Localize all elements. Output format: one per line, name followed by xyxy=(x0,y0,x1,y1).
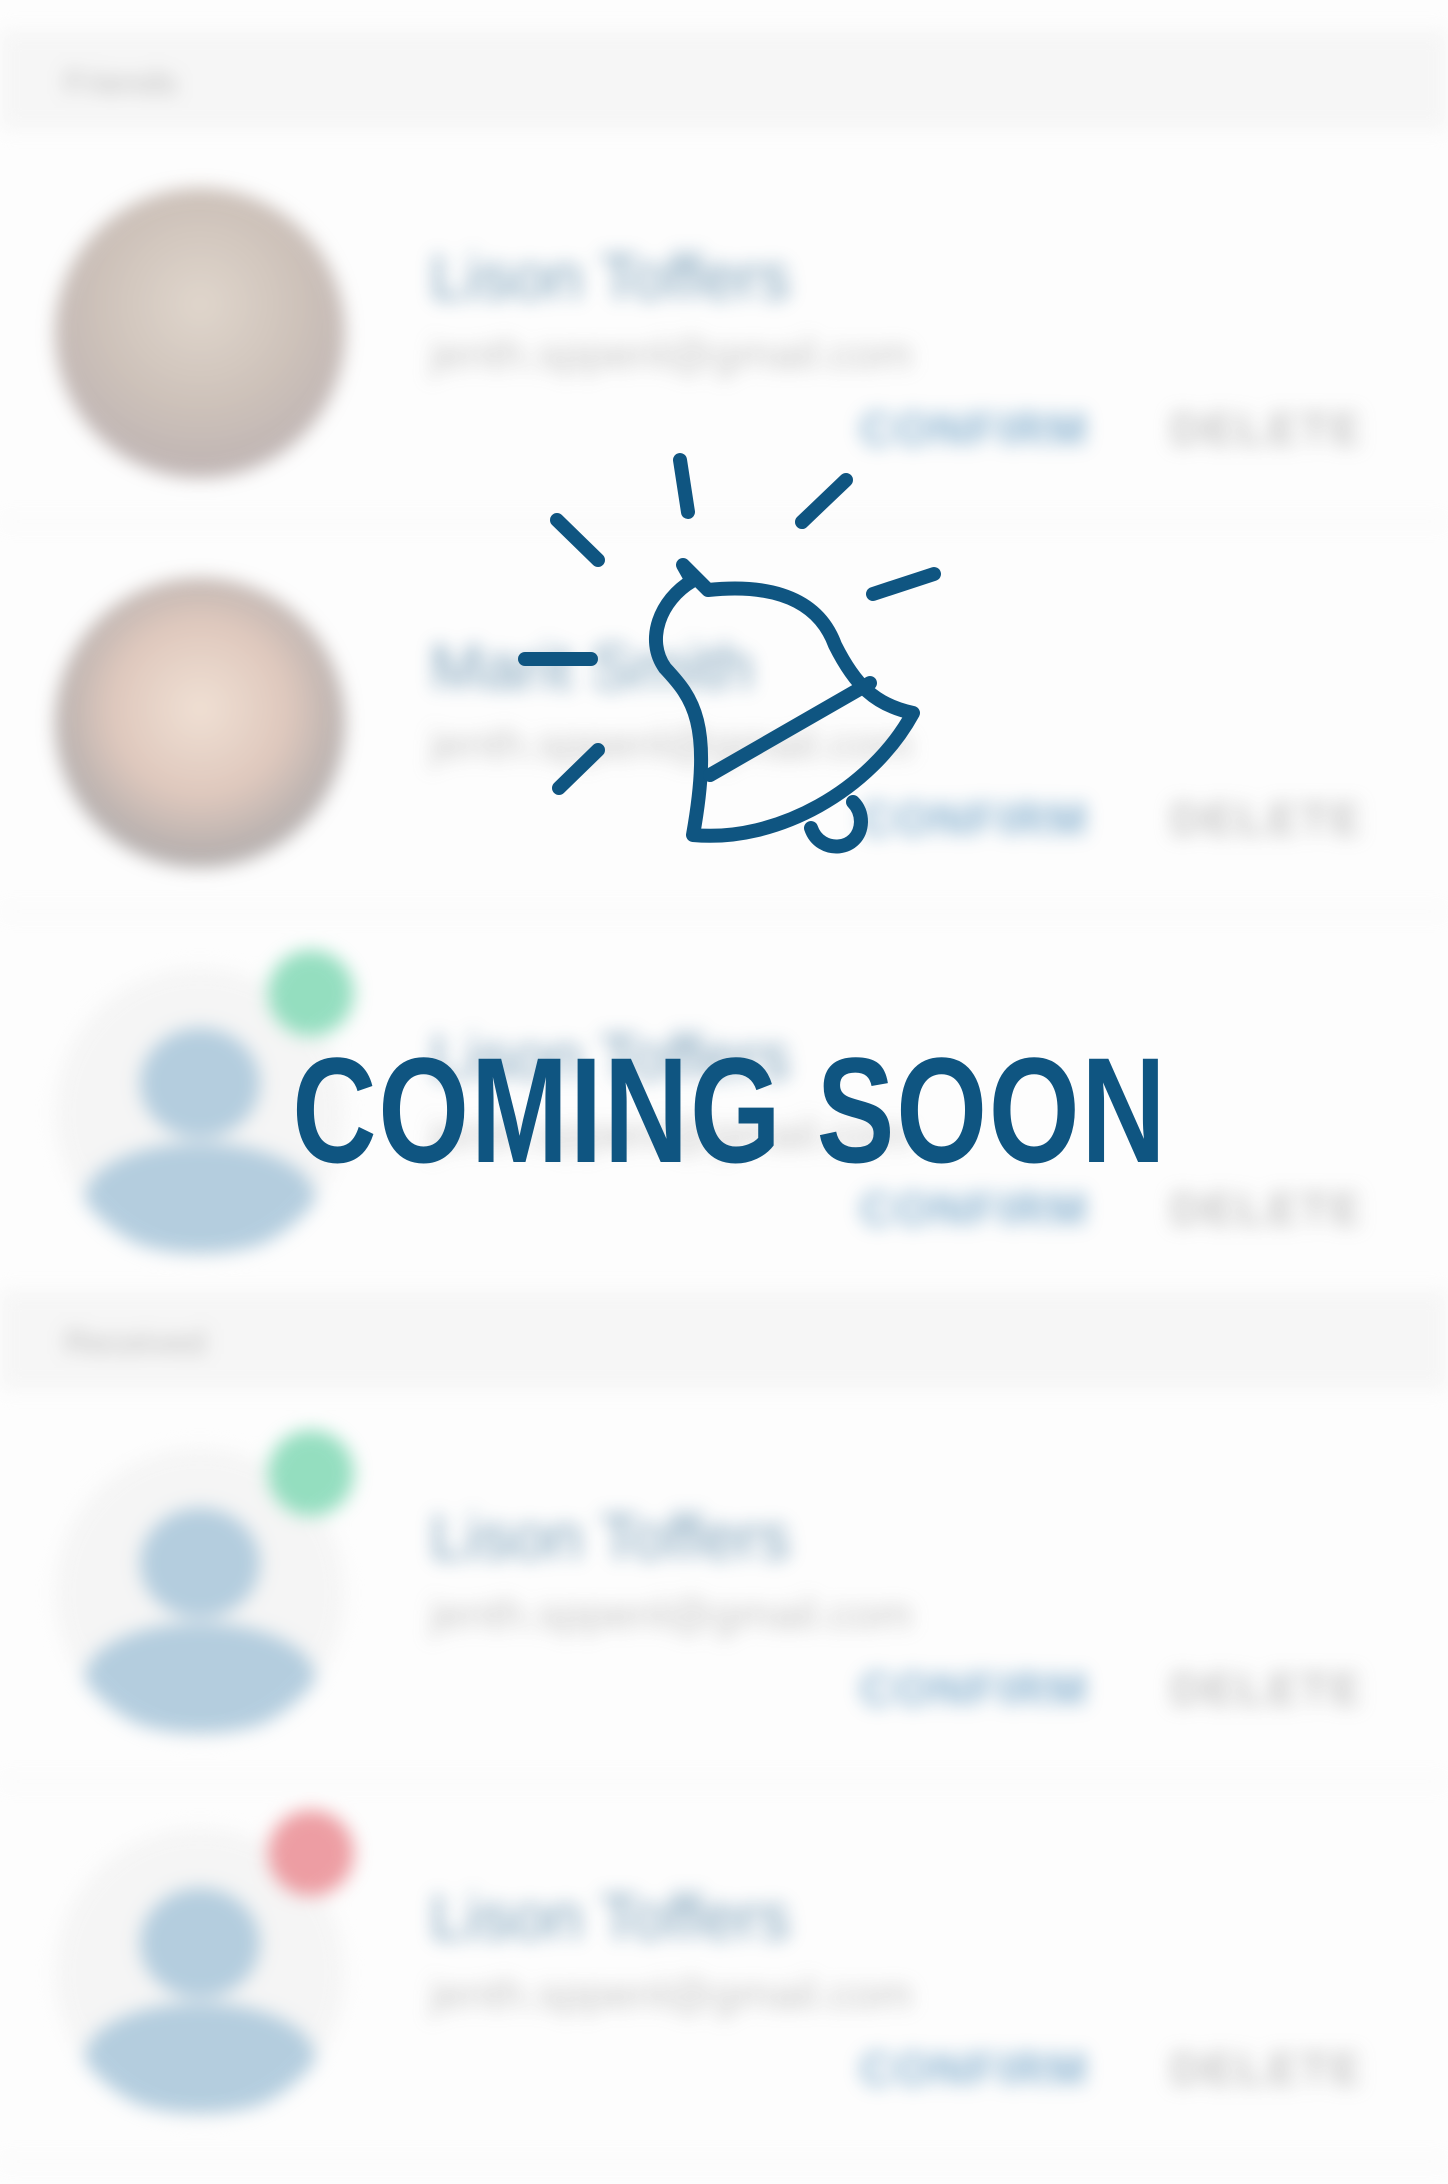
coming-soon-overlay: COMING SOON xyxy=(0,0,1448,2184)
bell-ringing-icon xyxy=(518,453,941,854)
coming-soon-text: COMING SOON xyxy=(292,1026,1168,1194)
coming-soon-page: Friends Lison Toffers jenth.sppenl@gmail… xyxy=(0,0,1448,2184)
